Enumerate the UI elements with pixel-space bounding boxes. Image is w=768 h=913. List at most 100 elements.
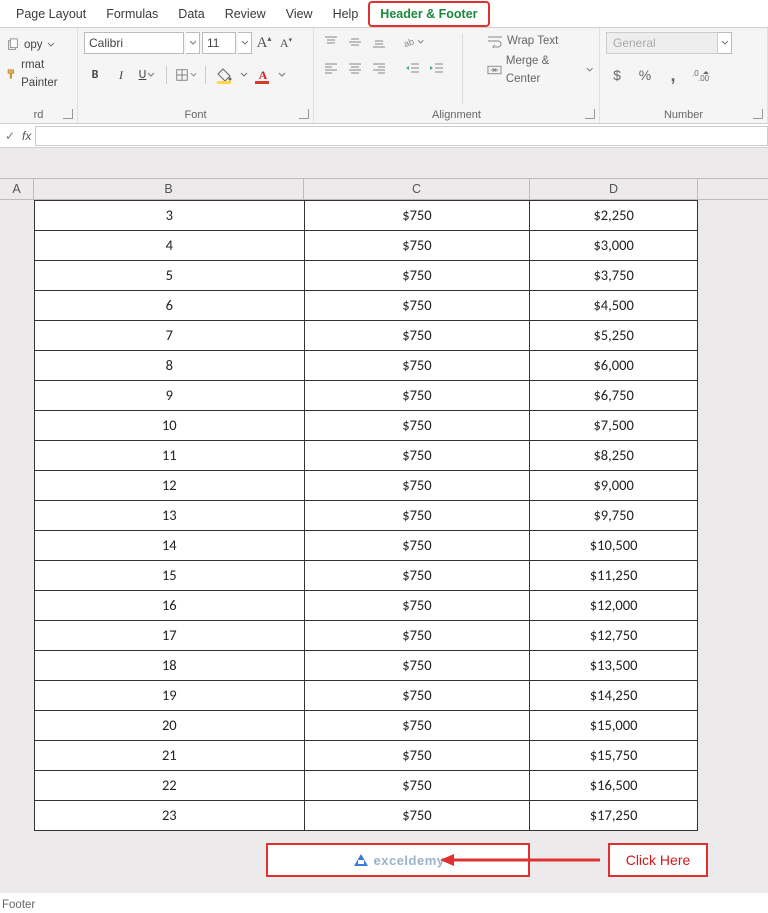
cell[interactable]: 18 (35, 651, 305, 681)
increase-indent-button[interactable] (426, 58, 448, 78)
cell[interactable]: $6,000 (530, 351, 698, 381)
cell[interactable]: $12,000 (530, 591, 698, 621)
increase-decimal-button[interactable]: .0.00 (690, 64, 712, 86)
tab-page-layout[interactable]: Page Layout (6, 1, 96, 27)
cell[interactable]: 15 (35, 561, 305, 591)
cell[interactable]: $750 (305, 621, 531, 651)
cell[interactable]: 23 (35, 801, 305, 831)
orientation-button[interactable]: ab (402, 32, 424, 52)
cell[interactable]: $750 (305, 771, 531, 801)
cell[interactable]: 13 (35, 501, 305, 531)
col-header-b[interactable]: B (34, 179, 304, 199)
col-header-a[interactable]: A (0, 179, 34, 199)
number-format-caret[interactable] (718, 32, 732, 54)
cell[interactable]: $750 (305, 441, 531, 471)
clipboard-dialog-launcher[interactable] (63, 109, 73, 119)
alignment-dialog-launcher[interactable] (585, 109, 595, 119)
enter-checkmark[interactable]: ✓ (0, 129, 20, 143)
cell[interactable]: $750 (305, 591, 531, 621)
cell[interactable]: 12 (35, 471, 305, 501)
cell[interactable]: 3 (35, 201, 305, 231)
cell[interactable]: $750 (305, 411, 531, 441)
font-color-button[interactable]: A (252, 64, 274, 86)
cell[interactable]: $10,500 (530, 531, 698, 561)
align-center-button[interactable] (344, 58, 366, 78)
wrap-text-button[interactable]: Wrap Text (487, 32, 593, 50)
cell[interactable]: 7 (35, 321, 305, 351)
cell[interactable]: $750 (305, 351, 531, 381)
cell[interactable]: $4,500 (530, 291, 698, 321)
cell[interactable]: 8 (35, 351, 305, 381)
tab-formulas[interactable]: Formulas (96, 1, 168, 27)
cell[interactable]: 22 (35, 771, 305, 801)
copy-button[interactable]: opy (6, 36, 71, 54)
cell[interactable]: $7,500 (530, 411, 698, 441)
cell[interactable]: $750 (305, 201, 531, 231)
cell[interactable]: $6,750 (530, 381, 698, 411)
font-name-caret[interactable] (186, 32, 200, 54)
cell[interactable]: $3,000 (530, 231, 698, 261)
bold-button[interactable]: B (84, 64, 106, 86)
italic-button[interactable]: I (110, 64, 132, 86)
cell[interactable]: 19 (35, 681, 305, 711)
col-header-c[interactable]: C (304, 179, 530, 199)
cell[interactable]: $16,500 (530, 771, 698, 801)
cell[interactable]: 21 (35, 741, 305, 771)
tab-data[interactable]: Data (168, 1, 214, 27)
fill-color-button[interactable] (214, 64, 236, 86)
cell[interactable]: 11 (35, 441, 305, 471)
tab-help[interactable]: Help (323, 1, 369, 27)
percent-button[interactable]: % (634, 64, 656, 86)
cell[interactable]: $15,750 (530, 741, 698, 771)
cell[interactable]: $9,750 (530, 501, 698, 531)
cell[interactable]: $17,250 (530, 801, 698, 831)
number-dialog-launcher[interactable] (753, 109, 763, 119)
cell[interactable]: $750 (305, 741, 531, 771)
cell[interactable]: $3,750 (530, 261, 698, 291)
align-top-button[interactable] (320, 32, 342, 52)
cell[interactable]: $11,250 (530, 561, 698, 591)
chevron-down-icon[interactable] (240, 71, 248, 79)
cell[interactable]: $5,250 (530, 321, 698, 351)
formula-input[interactable] (35, 126, 768, 146)
cell[interactable]: $750 (305, 711, 531, 741)
font-size-select[interactable]: 11 (202, 32, 236, 54)
increase-font-button[interactable]: A▴ (254, 32, 274, 54)
align-left-button[interactable] (320, 58, 342, 78)
col-header-d[interactable]: D (530, 179, 698, 199)
cell[interactable]: $12,750 (530, 621, 698, 651)
worksheet-grid[interactable]: 3$750$2,2504$750$3,0005$750$3,7506$750$4… (34, 200, 698, 831)
format-painter-button[interactable]: rmat Painter (6, 56, 71, 92)
decrease-indent-button[interactable] (402, 58, 424, 78)
comma-style-button[interactable]: , (662, 64, 684, 86)
cell[interactable]: 16 (35, 591, 305, 621)
chevron-down-icon[interactable] (278, 71, 286, 79)
cell[interactable]: 20 (35, 711, 305, 741)
accounting-format-button[interactable]: $ (606, 64, 628, 86)
cell[interactable]: 6 (35, 291, 305, 321)
cell[interactable]: $13,500 (530, 651, 698, 681)
cell[interactable]: $15,000 (530, 711, 698, 741)
cell[interactable]: 9 (35, 381, 305, 411)
tab-view[interactable]: View (276, 1, 323, 27)
merge-center-button[interactable]: Merge & Center (487, 52, 593, 88)
font-dialog-launcher[interactable] (299, 109, 309, 119)
cell[interactable]: $750 (305, 231, 531, 261)
cell[interactable]: 10 (35, 411, 305, 441)
cell[interactable]: 14 (35, 531, 305, 561)
cell[interactable]: 5 (35, 261, 305, 291)
align-right-button[interactable] (368, 58, 390, 78)
cell[interactable]: $2,250 (530, 201, 698, 231)
decrease-font-button[interactable]: A▾ (276, 32, 296, 54)
fx-label[interactable]: fx (20, 129, 35, 143)
cell[interactable]: $750 (305, 651, 531, 681)
cell[interactable]: $750 (305, 321, 531, 351)
cell[interactable]: $750 (305, 471, 531, 501)
cell[interactable]: 4 (35, 231, 305, 261)
cell[interactable]: $750 (305, 681, 531, 711)
cell[interactable]: $9,000 (530, 471, 698, 501)
cell[interactable]: $750 (305, 291, 531, 321)
borders-button[interactable] (175, 64, 197, 86)
cell[interactable]: $750 (305, 381, 531, 411)
tab-review[interactable]: Review (215, 1, 276, 27)
